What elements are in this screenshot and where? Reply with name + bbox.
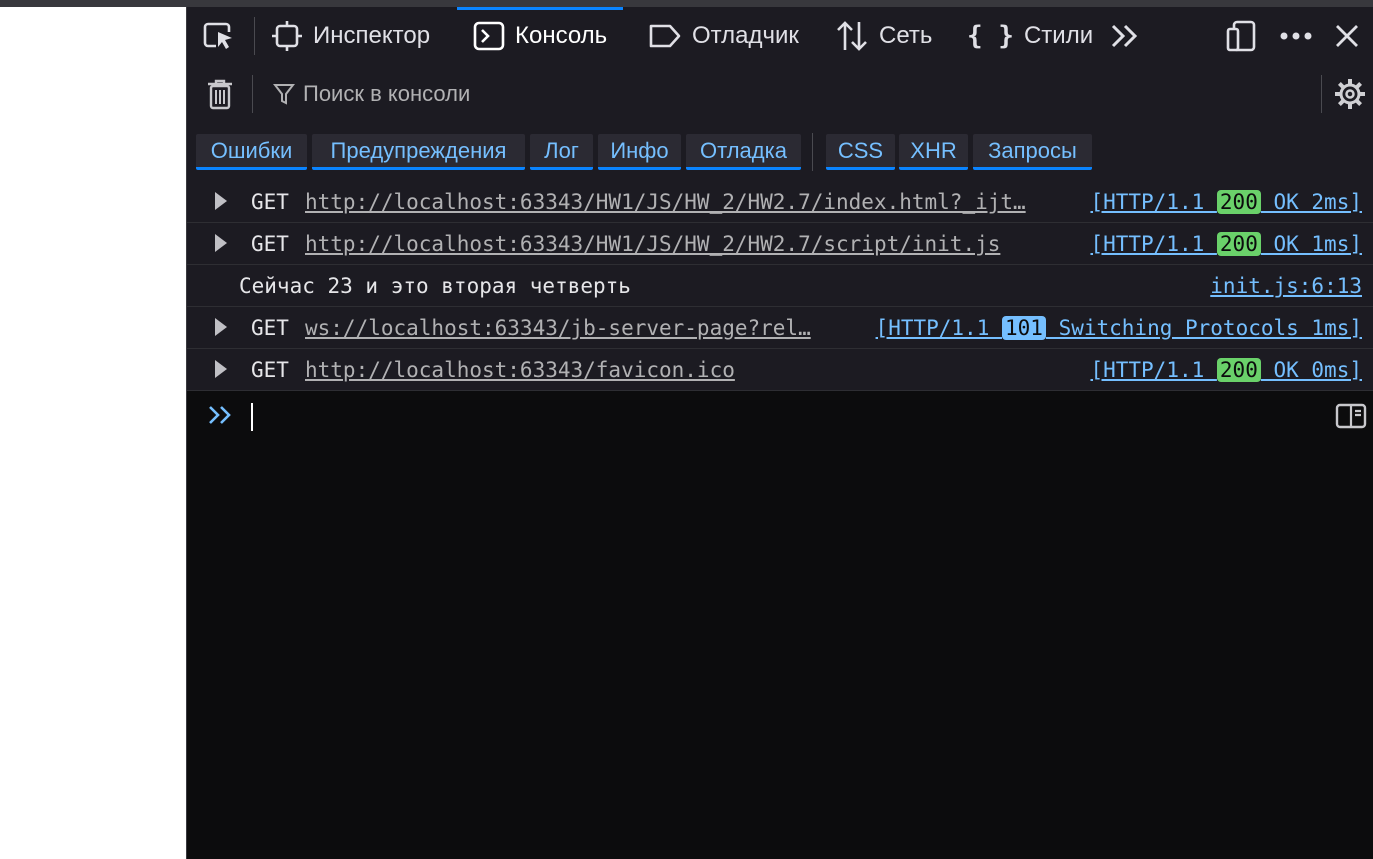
console-settings-button[interactable] bbox=[1333, 77, 1367, 111]
status-code-badge: 101 bbox=[1001, 316, 1046, 340]
console-output: GET http://localhost:63343/HW1/JS/HW_2/H… bbox=[187, 181, 1373, 391]
chip-label: Инфо bbox=[610, 137, 669, 163]
log-level-filters: Ошибки Предупреждения Лог Инфо Отладка C… bbox=[187, 123, 1373, 182]
filter-icon bbox=[273, 82, 295, 106]
inspector-icon bbox=[271, 20, 303, 52]
debugger-icon bbox=[648, 22, 682, 50]
console-filter-bar: Поиск в консоли bbox=[187, 65, 1373, 124]
network-message[interactable]: GET http://localhost:63343/HW1/JS/HW_2/H… bbox=[187, 223, 1373, 265]
expand-arrow-icon[interactable] bbox=[215, 318, 227, 336]
console-search-input[interactable]: Поиск в консоли bbox=[273, 79, 1303, 109]
filter-xhr[interactable]: XHR bbox=[899, 134, 968, 170]
sidebar-toggle-button[interactable] bbox=[1335, 402, 1367, 430]
responsive-design-button[interactable] bbox=[1225, 7, 1259, 65]
more-options-button[interactable] bbox=[1279, 7, 1313, 65]
close-devtools-button[interactable] bbox=[1335, 7, 1359, 65]
responsive-design-icon bbox=[1226, 20, 1256, 52]
request-status[interactable]: [HTTP/1.1 200 OK 0ms] bbox=[1090, 358, 1362, 382]
network-message[interactable]: GET http://localhost:63343/HW1/JS/HW_2/H… bbox=[187, 181, 1373, 223]
filter-info[interactable]: Инфо bbox=[598, 134, 681, 170]
request-method: GET bbox=[251, 358, 289, 382]
filter-separator bbox=[812, 133, 813, 171]
element-picker-button[interactable] bbox=[201, 19, 237, 53]
network-message[interactable]: GET ws://localhost:63343/jb-server-page?… bbox=[187, 307, 1373, 349]
tab-label: Стили bbox=[1023, 22, 1094, 49]
log-text: Сейчас 23 и это вторая четверть bbox=[239, 274, 631, 298]
status-prefix: [HTTP/1.1 bbox=[875, 316, 1002, 340]
log-message: Сейчас 23 и это вторая четверть init.js:… bbox=[187, 265, 1373, 307]
tab-network[interactable]: Сеть bbox=[835, 7, 932, 65]
console-input-caret[interactable] bbox=[251, 403, 253, 431]
status-suffix: OK 0ms] bbox=[1260, 358, 1362, 382]
request-status[interactable]: [HTTP/1.1 200 OK 2ms] bbox=[1090, 190, 1362, 214]
chip-label: Ошибки bbox=[210, 137, 293, 163]
filter-errors[interactable]: Ошибки bbox=[196, 134, 307, 170]
expand-arrow-icon[interactable] bbox=[215, 234, 227, 252]
filter-requests[interactable]: Запросы bbox=[973, 134, 1092, 170]
double-chevron-right-icon bbox=[1111, 24, 1138, 48]
tab-debugger[interactable]: Отладчик bbox=[648, 7, 799, 65]
sidebar-toggle-icon bbox=[1335, 403, 1367, 429]
element-picker-icon bbox=[203, 22, 232, 49]
request-status[interactable]: [HTTP/1.1 200 OK 1ms] bbox=[1090, 232, 1362, 256]
filter-warnings[interactable]: Предупреждения bbox=[312, 134, 525, 170]
request-method: GET bbox=[251, 190, 289, 214]
filter-separator bbox=[252, 75, 253, 113]
devtools-toolbar: Инспектор Консоль Отладчик Сеть {} Стил… bbox=[187, 7, 1373, 66]
prompt-chevron-icon bbox=[209, 406, 231, 424]
trash-icon bbox=[208, 79, 232, 110]
request-status[interactable]: [HTTP/1.1 101 Switching Protocols 1ms] bbox=[876, 316, 1362, 340]
chip-label: CSS bbox=[837, 137, 884, 163]
clear-console-button[interactable] bbox=[205, 77, 235, 111]
status-prefix: [HTTP/1.1 bbox=[1090, 232, 1217, 256]
tab-label: Инспектор bbox=[313, 22, 431, 49]
tab-style-editor[interactable]: { } Стили bbox=[967, 7, 1093, 65]
filter-css[interactable]: CSS bbox=[826, 134, 895, 170]
request-url[interactable]: http://localhost:63343/HW1/JS/HW_2/HW2.7… bbox=[305, 190, 1061, 214]
request-url[interactable]: ws://localhost:63343/jb-server-page?rel… bbox=[305, 316, 837, 340]
search-placeholder: Поиск в консоли bbox=[303, 81, 471, 106]
status-suffix: OK 2ms] bbox=[1260, 190, 1362, 214]
status-prefix: [HTTP/1.1 bbox=[1090, 358, 1217, 382]
console-icon bbox=[473, 21, 505, 51]
tab-label: Отладчик bbox=[692, 22, 799, 49]
chip-label: Лог bbox=[544, 137, 579, 163]
chip-label: Отладка bbox=[700, 137, 787, 163]
expand-arrow-icon[interactable] bbox=[215, 360, 227, 378]
style-editor-icon: { } bbox=[967, 21, 1014, 51]
tab-label: Консоль bbox=[515, 22, 608, 49]
console-prompt bbox=[207, 400, 235, 430]
status-code-badge: 200 bbox=[1216, 232, 1261, 256]
browser-top-edge bbox=[0, 0, 1373, 7]
status-suffix: OK 1ms] bbox=[1260, 232, 1362, 256]
network-icon bbox=[835, 20, 869, 52]
request-method: GET bbox=[251, 316, 289, 340]
request-url[interactable]: http://localhost:63343/favicon.ico bbox=[305, 358, 1005, 382]
request-method: GET bbox=[251, 232, 289, 256]
toolbar-separator bbox=[254, 17, 255, 55]
expand-arrow-icon[interactable] bbox=[215, 192, 227, 210]
log-source-link[interactable]: init.js:6:13 bbox=[1210, 274, 1362, 298]
more-tabs-button[interactable] bbox=[1109, 7, 1141, 65]
tab-label: Сеть bbox=[879, 22, 933, 49]
request-url[interactable]: http://localhost:63343/HW1/JS/HW_2/HW2.7… bbox=[305, 232, 1045, 256]
chip-label: XHR bbox=[910, 137, 957, 163]
tab-inspector[interactable]: Инспектор bbox=[271, 7, 430, 65]
status-code-badge: 200 bbox=[1216, 190, 1261, 214]
filter-debug[interactable]: Отладка bbox=[686, 134, 801, 170]
status-suffix: Switching Protocols 1ms] bbox=[1045, 316, 1362, 340]
page-content bbox=[0, 7, 186, 859]
status-prefix: [HTTP/1.1 bbox=[1090, 190, 1217, 214]
status-code-badge: 200 bbox=[1216, 358, 1261, 382]
tab-console[interactable]: Консоль bbox=[456, 7, 624, 65]
chip-label: Запросы bbox=[988, 137, 1077, 163]
gear-icon bbox=[1335, 79, 1365, 109]
close-icon bbox=[1336, 25, 1358, 47]
settings-separator bbox=[1321, 75, 1322, 113]
devtools-panel: Инспектор Консоль Отладчик Сеть {} Стил… bbox=[186, 7, 1373, 859]
network-message[interactable]: GET http://localhost:63343/favicon.ico [… bbox=[187, 349, 1373, 391]
chip-label: Предупреждения bbox=[330, 137, 507, 163]
more-options-icon bbox=[1280, 32, 1312, 40]
filter-log[interactable]: Лог bbox=[530, 134, 593, 170]
